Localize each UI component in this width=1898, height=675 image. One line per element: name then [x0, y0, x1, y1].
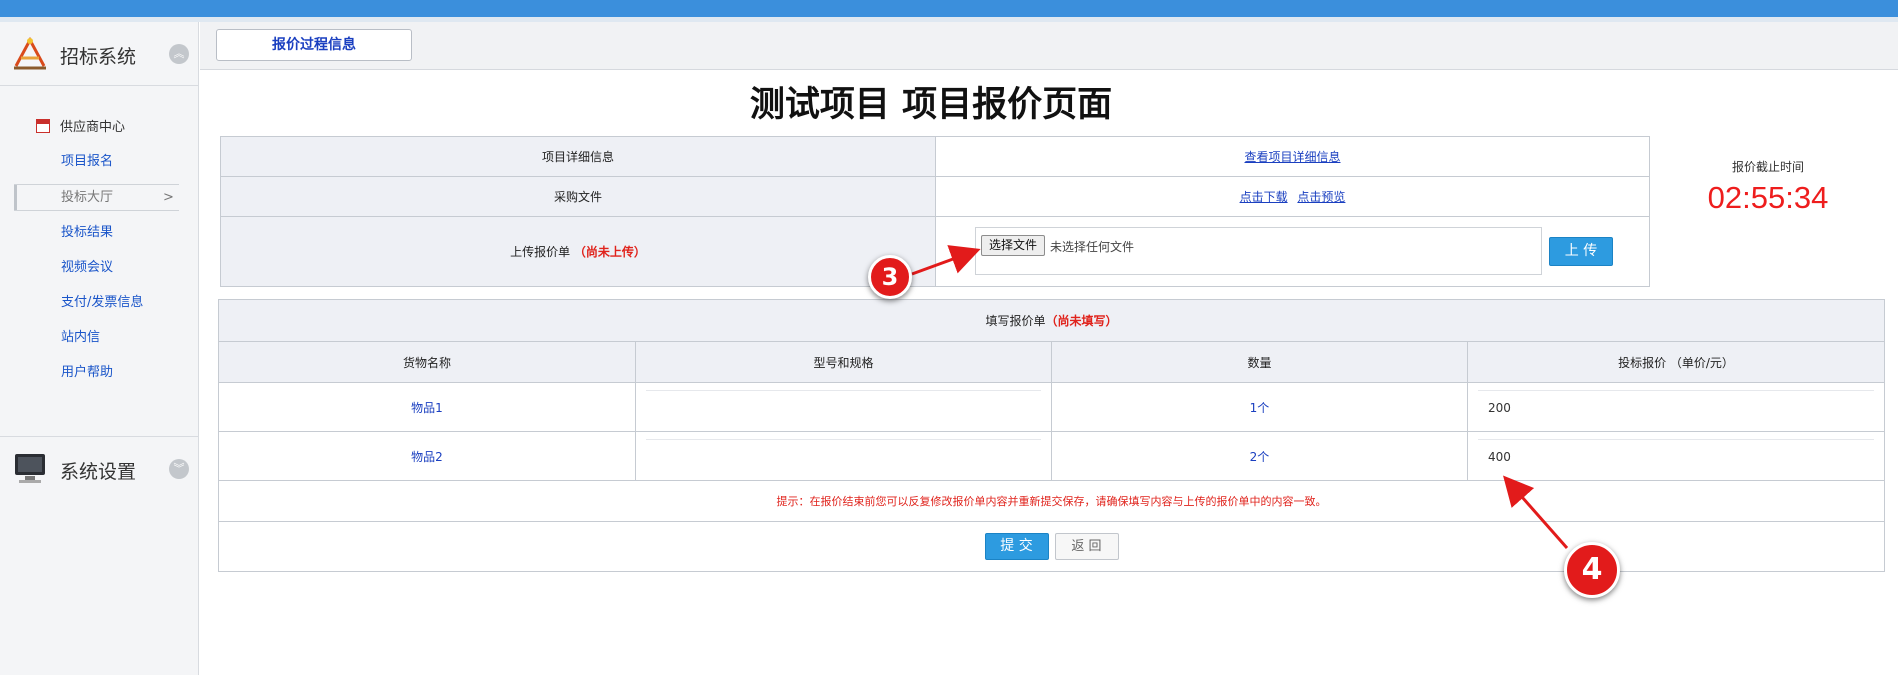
- sidebar-item-payment-invoice[interactable]: 支付/发票信息: [61, 291, 143, 310]
- back-button[interactable]: 返 回: [1054, 533, 1119, 560]
- label-project-details: 项目详细信息: [220, 136, 936, 177]
- upload-quote-label: 上传报价单: [510, 245, 571, 259]
- price-input[interactable]: 400: [1478, 439, 1874, 473]
- upload-button[interactable]: 上 传: [1549, 237, 1613, 266]
- table-row: 物品2 2个 400: [219, 432, 1884, 481]
- download-link[interactable]: 点击下载: [1240, 190, 1288, 204]
- label-procurement-file: 采购文件: [220, 176, 936, 217]
- sidebar-section-settings[interactable]: 系统设置 ︾: [0, 437, 199, 497]
- spec-input[interactable]: [646, 439, 1041, 473]
- tip-row: 提示：在报价结束前您可以反复修改报价单内容并重新提交保存，请确保填写内容与上传的…: [219, 481, 1884, 522]
- action-row: 提 交 返 回: [219, 522, 1884, 571]
- sidebar-item-video-meeting[interactable]: 视频会议: [61, 256, 113, 275]
- chevron-right-icon: >: [163, 190, 174, 205]
- monitor-icon: [15, 454, 45, 483]
- quote-form-title: 填写报价单: [985, 314, 1046, 328]
- view-project-details-link[interactable]: 查看项目详细信息: [1244, 150, 1340, 164]
- table-row: 物品1 1个 200: [219, 383, 1884, 432]
- file-status-text: 未选择任何文件: [1050, 240, 1135, 254]
- column-header: 投标报价 （单价/元）: [1618, 355, 1734, 370]
- deadline-countdown: 02:55:34: [1707, 180, 1829, 215]
- sidebar-section-title: 系统设置: [60, 461, 137, 483]
- quote-column-headers: 货物名称 型号和规格 数量 投标报价 （单价/元）: [219, 342, 1884, 383]
- collapse-up-icon[interactable]: ︽: [169, 44, 189, 64]
- annotation-marker-4: 4: [1564, 542, 1620, 598]
- quote-form: 填写报价单 （尚未填写） 货物名称 型号和规格 数量 投标报价 （单价/元） 物…: [218, 299, 1885, 572]
- sidebar-section-title: 招标系统: [60, 46, 137, 68]
- deadline-label: 报价截止时间: [1731, 160, 1804, 174]
- item-name: 物品1: [411, 400, 443, 415]
- top-banner: [0, 0, 1898, 17]
- submit-button[interactable]: 提 交: [984, 533, 1049, 560]
- item-quantity: 2个: [1249, 449, 1270, 464]
- upload-status-badge: （尚未上传）: [573, 245, 646, 259]
- page-title: 测试项目 项目报价页面: [749, 85, 1113, 125]
- sidebar-item-project-signup[interactable]: 项目报名: [61, 150, 113, 169]
- column-header: 数量: [1052, 342, 1468, 382]
- quote-status-badge: （尚未填写）: [1045, 314, 1118, 328]
- sidebar-item-user-help[interactable]: 用户帮助: [61, 361, 113, 380]
- file-input[interactable]: 选择文件 未选择任何文件: [975, 227, 1542, 275]
- price-input[interactable]: 200: [1478, 390, 1874, 424]
- preview-link[interactable]: 点击预览: [1297, 190, 1345, 204]
- sidebar-section-bidding[interactable]: 招标系统 ︽: [0, 22, 199, 82]
- label-upload-quote: 上传报价单 （尚未上传）: [220, 216, 936, 287]
- annotation-marker-3: 3: [868, 255, 912, 299]
- project-info-table: 项目详细信息 查看项目详细信息 采购文件 点击下载 点击预览 上传报价单 （尚未…: [220, 136, 1650, 287]
- tip-text: 提示：在报价结束前您可以反复修改报价单内容并重新提交保存，请确保填写内容与上传的…: [776, 495, 1327, 508]
- upload-cell: 选择文件 未选择任何文件 上 传: [935, 216, 1650, 287]
- tab-quote-process-info[interactable]: 报价过程信息: [216, 29, 412, 61]
- tab-bar: 报价过程信息: [200, 22, 1898, 70]
- quote-form-header: 填写报价单 （尚未填写）: [219, 300, 1884, 342]
- collapse-down-icon[interactable]: ︾: [169, 459, 189, 479]
- sidebar-item-bid-results[interactable]: 投标结果: [61, 221, 113, 240]
- spec-input[interactable]: [646, 390, 1041, 424]
- choose-file-button[interactable]: 选择文件: [981, 235, 1045, 256]
- column-header: 型号和规格: [636, 342, 1052, 382]
- item-quantity: 1个: [1249, 400, 1270, 415]
- item-name: 物品2: [411, 449, 443, 464]
- column-header: 货物名称: [219, 342, 636, 382]
- sidebar-item-messages[interactable]: 站内信: [61, 326, 100, 345]
- sidebar-item-bidding-hall[interactable]: 投标大厅: [61, 186, 113, 205]
- bidding-system-icon: [14, 36, 46, 70]
